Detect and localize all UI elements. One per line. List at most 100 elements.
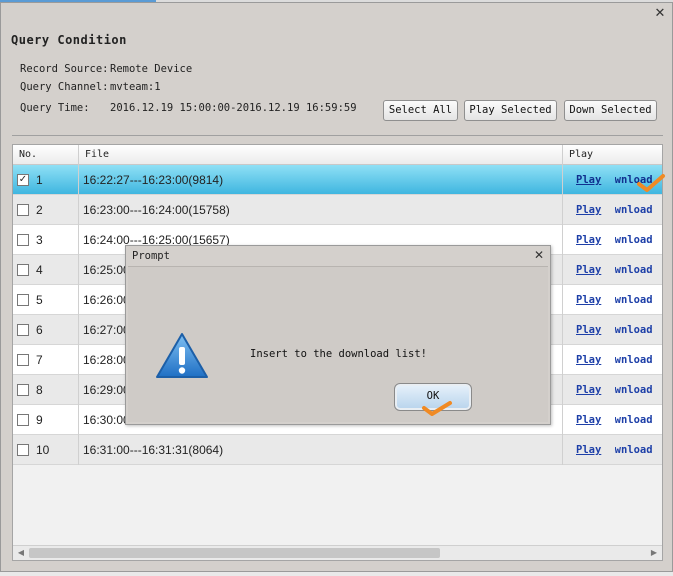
download-link-label: Download [615, 294, 653, 306]
query-time-label: Query Time: [20, 102, 90, 114]
row-number: 3 [36, 233, 43, 247]
play-link[interactable]: Play [576, 285, 601, 315]
record-source-label: Record Source: [20, 63, 109, 75]
download-link-label: Download [615, 324, 653, 336]
download-link-label: Download [615, 234, 653, 246]
row-file: 16:30:00 [83, 413, 130, 427]
row-checkbox[interactable] [17, 234, 29, 246]
download-link-label: Download [615, 354, 653, 366]
row-checkbox[interactable] [17, 444, 29, 456]
scroll-thumb[interactable] [29, 548, 440, 558]
row-number: 9 [36, 413, 43, 427]
scroll-left-icon[interactable]: ◀ [14, 547, 28, 559]
column-header-file[interactable]: File [79, 145, 563, 165]
row-checkbox[interactable] [17, 384, 29, 396]
cell-separator [562, 225, 563, 255]
cell-separator [78, 375, 79, 405]
download-link-label: Download [615, 444, 653, 456]
dialog-body: Insert to the download list! [128, 266, 548, 422]
row-number: 7 [36, 353, 43, 367]
download-link[interactable]: Download [615, 345, 660, 375]
cell-separator [78, 255, 79, 285]
download-link[interactable]: Download [615, 255, 660, 285]
download-link[interactable]: Download [615, 195, 660, 225]
row-number: 6 [36, 323, 43, 337]
row-file: 16:25:00 [83, 263, 130, 277]
cell-separator [78, 225, 79, 255]
scroll-right-icon[interactable]: ▶ [647, 547, 661, 559]
play-link[interactable]: Play [576, 405, 601, 435]
row-checkbox[interactable] [17, 324, 29, 336]
ok-button-label: OK [426, 390, 440, 402]
query-channel-label: Query Channel: [20, 81, 109, 93]
close-icon[interactable]: ✕ [653, 7, 667, 21]
table-row[interactable]: 10 16:31:00---16:31:31(8064) Play Download [13, 435, 662, 465]
play-selected-button[interactable]: Play Selected [464, 100, 557, 121]
ok-button[interactable]: OK [394, 383, 472, 411]
cell-separator [78, 195, 79, 225]
download-link[interactable]: Download [615, 225, 660, 255]
play-link[interactable]: Play [576, 345, 601, 375]
cell-separator [78, 345, 79, 375]
column-header-no[interactable]: No. [13, 145, 79, 165]
row-number: 5 [36, 293, 43, 307]
cell-separator [562, 405, 563, 435]
row-number: 1 [36, 173, 43, 187]
row-file: 16:22:27---16:23:00(9814) [83, 173, 224, 187]
row-checkbox[interactable] [17, 294, 29, 306]
row-checkbox[interactable] [17, 354, 29, 366]
row-number: 10 [36, 443, 50, 457]
play-link[interactable]: Play [576, 225, 601, 255]
download-link[interactable]: Download [615, 165, 660, 195]
row-checkbox[interactable] [17, 204, 29, 216]
row-file: 16:29:00 [83, 383, 130, 397]
play-link[interactable]: Play [576, 255, 601, 285]
row-file: 16:23:00---16:24:00(15758) [83, 203, 230, 217]
cell-separator [562, 315, 563, 345]
play-link[interactable]: Play [576, 165, 601, 195]
cell-separator [562, 345, 563, 375]
row-checkbox[interactable] [17, 264, 29, 276]
download-link[interactable]: Download [615, 315, 660, 345]
cell-separator [78, 405, 79, 435]
play-link[interactable]: Play [576, 195, 601, 225]
cell-separator [562, 165, 563, 195]
table-header: No. File Play [13, 145, 662, 165]
bottom-strip [0, 572, 673, 576]
download-link[interactable]: Download [615, 375, 660, 405]
dialog-close-icon[interactable]: ✕ [533, 249, 545, 262]
row-file: 16:26:00 [83, 293, 130, 307]
cell-separator [562, 435, 563, 465]
download-link[interactable]: Download [615, 285, 660, 315]
cell-separator [78, 285, 79, 315]
play-link[interactable]: Play [576, 375, 601, 405]
row-file: 16:28:00 [83, 353, 130, 367]
download-link-label: Download [615, 384, 653, 396]
download-link[interactable]: Download [615, 405, 660, 435]
cell-separator [562, 285, 563, 315]
column-header-play[interactable]: Play [563, 145, 662, 165]
play-link[interactable]: Play [576, 315, 601, 345]
row-checkbox[interactable]: ✓ [17, 174, 29, 186]
download-link-label: Download [615, 264, 653, 276]
horizontal-scrollbar[interactable]: ◀ ▶ [13, 545, 662, 560]
table-row[interactable]: ✓ 1 16:22:27---16:23:00(9814) Play Download [13, 165, 662, 195]
play-link[interactable]: Play [576, 435, 601, 465]
select-all-button[interactable]: Select All [383, 100, 458, 121]
prompt-dialog: Prompt ✕ Insert to the download list! OK [125, 245, 551, 425]
warning-icon [156, 333, 208, 378]
down-selected-button[interactable]: Down Selected [564, 100, 657, 121]
query-time-value: 2016.12.19 15:00:00-2016.12.19 16:59:59 [110, 102, 357, 114]
cell-separator [78, 435, 79, 465]
row-checkbox[interactable] [17, 414, 29, 426]
query-condition-title: Query Condition [11, 33, 127, 47]
download-link[interactable]: Download [615, 435, 660, 465]
cell-separator [562, 375, 563, 405]
dialog-title: Prompt [132, 250, 170, 262]
cell-separator [562, 195, 563, 225]
download-link-label: Download [615, 204, 653, 216]
table-row[interactable]: 2 16:23:00---16:24:00(15758) Play Download [13, 195, 662, 225]
download-link-label: Download [615, 174, 653, 186]
section-divider [12, 135, 663, 136]
row-file: 16:27:00 [83, 323, 130, 337]
